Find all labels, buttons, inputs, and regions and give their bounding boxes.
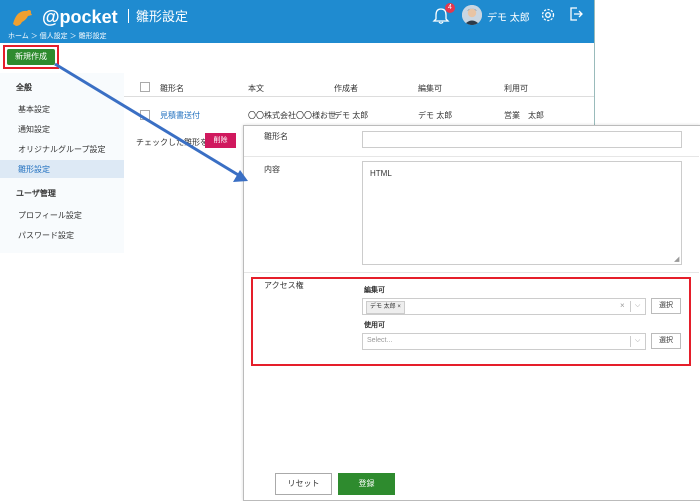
edit-user-tag[interactable]: デモ 太郎 × [366,301,405,314]
sidebar-group-user: ユーザ管理 [16,189,56,198]
name-input[interactable] [362,131,682,148]
save-button[interactable]: 登録 [338,473,395,495]
select-all-checkbox[interactable] [140,82,150,92]
select-separator [630,336,631,347]
table-cell: 〇〇株式会社〇〇様お世 [248,111,336,120]
reset-button[interactable]: リセット [275,473,332,495]
user-avatar-icon [462,5,482,25]
sidebar-item-template[interactable]: 雛形設定 [18,164,50,175]
column-header: 作成者 [334,84,358,93]
kangaroo-logo-icon [13,10,32,26]
form-row-divider [244,156,699,157]
edit-choose-button[interactable]: 選択 [651,298,681,314]
sidebar-item-password[interactable]: パスワード設定 [18,230,74,241]
content-label: 内容 [264,165,280,174]
sidebar-group-general: 全般 [16,83,32,92]
notification-badge: 4 [445,3,455,13]
table-cell: デモ 太郎 [334,111,369,120]
resize-handle-icon[interactable]: ◢ [674,255,679,263]
edit-permission-label: 編集可 [364,287,385,294]
table-cell: デモ 太郎 [418,111,453,120]
table-header-divider [124,96,594,97]
content-value: HTML [370,169,392,178]
gear-icon[interactable] [539,6,557,24]
logout-icon[interactable] [568,6,584,22]
delete-label: チェックした雛形を [136,138,208,147]
form-row-divider [244,272,699,273]
use-choose-button[interactable]: 選択 [651,333,681,349]
new-template-button[interactable]: 新規作成 [7,49,55,65]
sidebar-item-basic[interactable]: 基本設定 [18,104,50,115]
column-header: 編集可 [418,84,442,93]
logo-text[interactable]: @pocket [42,7,118,28]
use-permission-label: 使用可 [364,322,385,329]
clear-icon[interactable]: × [620,301,625,310]
tag-remove-icon[interactable]: × [397,304,401,310]
use-permission-select[interactable] [362,333,646,350]
access-highlight [251,277,691,366]
column-header: 本文 [248,84,264,93]
table-cell: 営業 太郎 [504,111,544,120]
column-header: 利用可 [504,84,528,93]
row-checkbox[interactable] [140,110,150,120]
app-header: @pocket ホーム ＞ 個人設定 ＞ 雛形設定 雛形設定 4 デモ 太郎 [0,0,594,43]
sidebar-item-profile[interactable]: プロフィール設定 [18,210,82,221]
user-name[interactable]: デモ 太郎 [487,9,530,24]
page-title: 雛形設定 [136,9,189,24]
template-name-link[interactable]: 見積書送付 [160,110,200,121]
breadcrumb[interactable]: ホーム ＞ 個人設定 ＞ 雛形設定 [8,31,107,41]
delete-button[interactable]: 削除 [205,133,236,148]
header-divider [128,9,129,23]
name-label: 雛形名 [264,132,288,141]
content-textarea[interactable] [362,161,682,265]
chevron-down-icon[interactable]: ⌵ [635,302,640,310]
sidebar-item-notification[interactable]: 通知設定 [18,124,50,135]
select-separator [630,301,631,312]
access-label: アクセス権 [264,281,304,290]
tag-label: デモ 太郎 [370,304,396,310]
sidebar-item-original-group[interactable]: オリジナルグループ設定 [18,144,106,155]
avatar[interactable] [462,5,482,25]
use-placeholder: Select... [367,337,393,344]
chevron-down-icon[interactable]: ⌵ [635,337,640,345]
column-header: 雛形名 [160,84,184,93]
